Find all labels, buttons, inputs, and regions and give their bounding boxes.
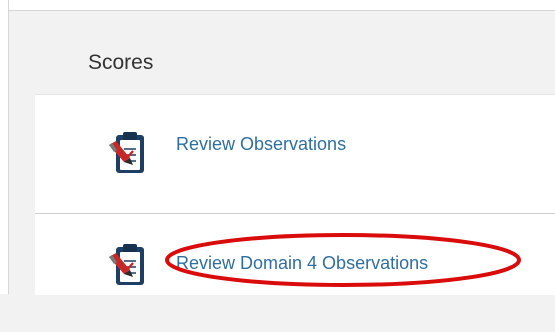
review-observations-row[interactable]: Review Observations	[35, 95, 555, 214]
clipboard-check-icon	[106, 127, 152, 177]
clipboard-check-icon	[106, 239, 152, 289]
left-border	[0, 0, 9, 294]
review-observations-link[interactable]: Review Observations	[176, 133, 346, 155]
review-domain-4-observations-link[interactable]: Review Domain 4 Observations	[176, 252, 428, 274]
scores-panel: Review Observations Review Domain 4 Obse…	[35, 94, 555, 295]
scores-title: Scores	[88, 51, 154, 74]
top-border	[0, 0, 555, 11]
review-domain-4-observations-row[interactable]: Review Domain 4 Observations	[35, 214, 555, 332]
